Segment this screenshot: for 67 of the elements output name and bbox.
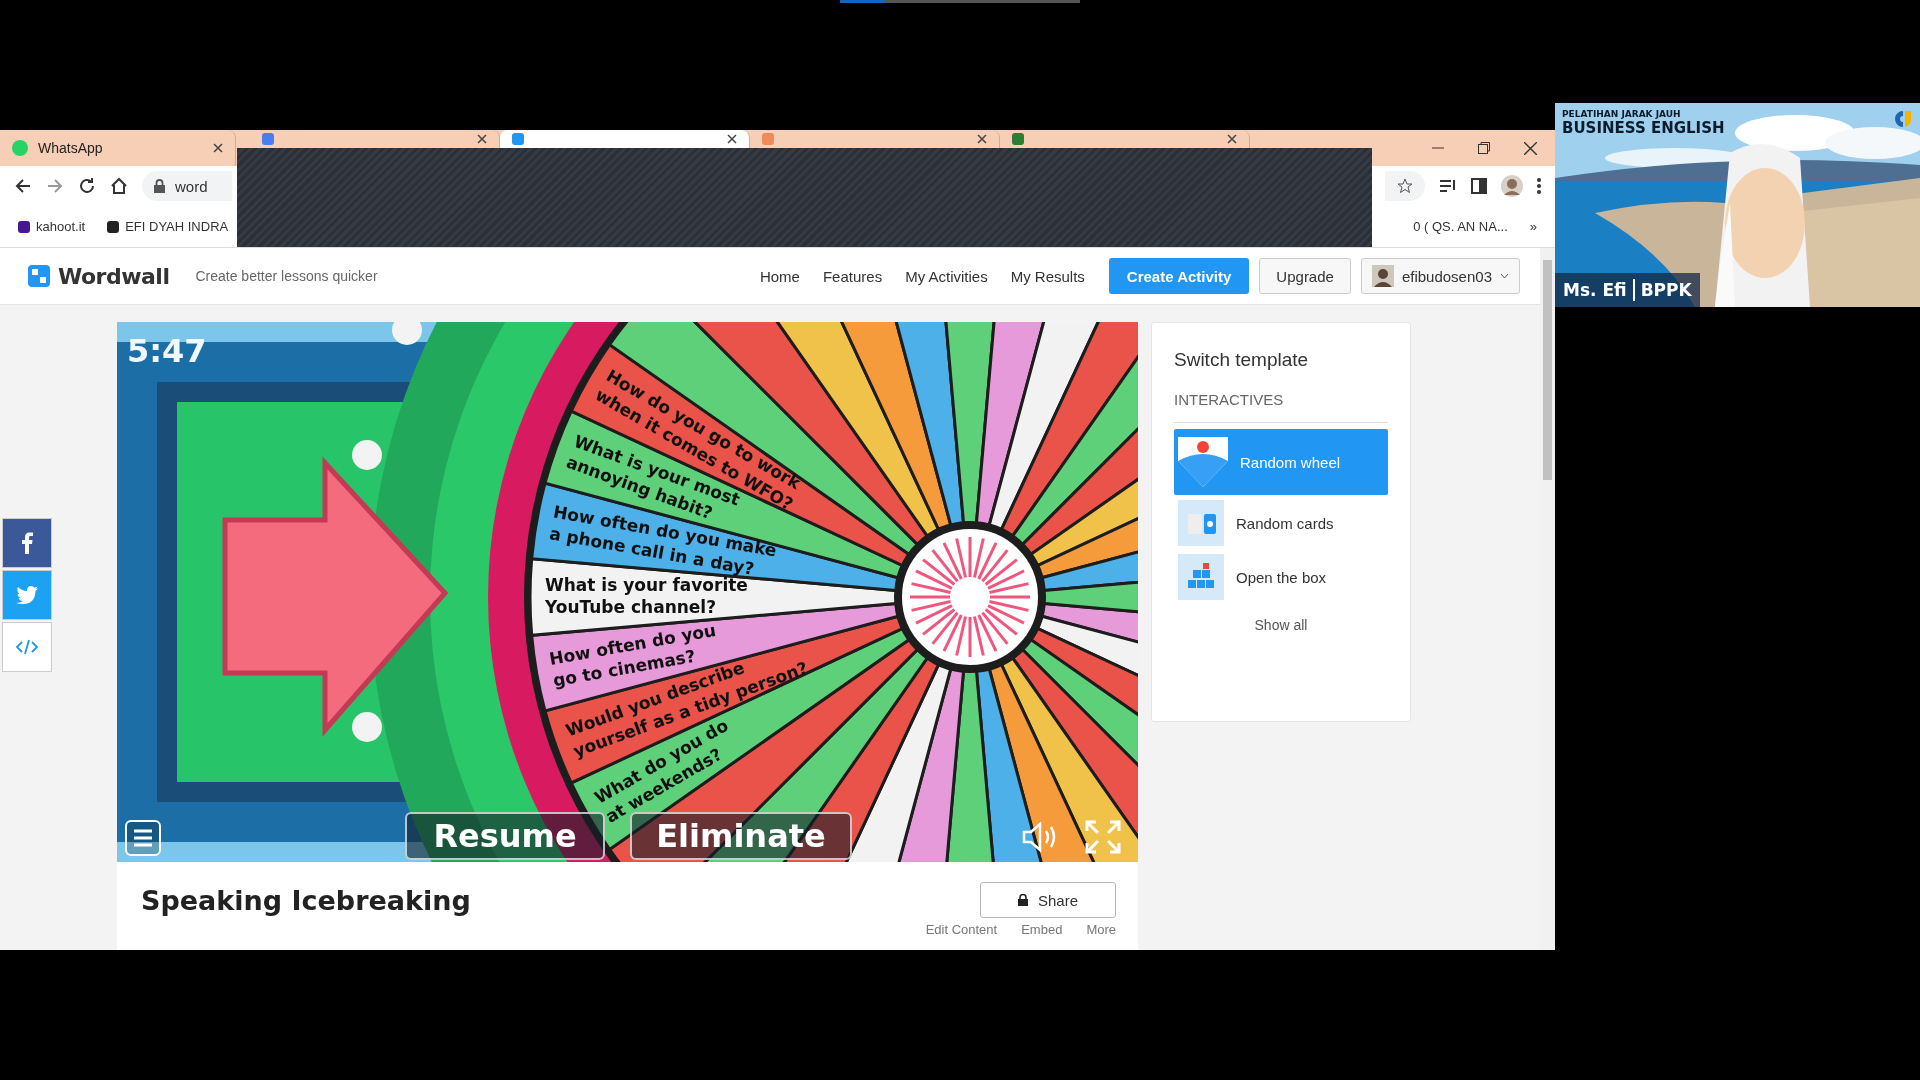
close-icon[interactable] — [213, 143, 223, 153]
nav-link[interactable]: My Activities — [905, 267, 988, 285]
avatar-icon — [1371, 265, 1394, 287]
nav-link[interactable]: Home — [759, 267, 800, 285]
activity-link[interactable]: More — [1086, 922, 1116, 937]
speaker-name: Ms. Efi — [1563, 280, 1627, 300]
menu-icon[interactable] — [125, 820, 161, 856]
bookmark-item[interactable]: 0 ( QS. AN NA... — [1413, 219, 1508, 234]
bird-icon — [16, 586, 38, 604]
nav-link[interactable]: My Results — [1010, 267, 1085, 285]
organization-name: BPPK — [1640, 280, 1692, 300]
close-icon[interactable] — [727, 134, 737, 144]
timer: 5:47 — [127, 332, 207, 370]
user-menu-button[interactable]: efibudosen03 — [1360, 258, 1520, 294]
restore-icon[interactable] — [1478, 142, 1490, 154]
code-icon — [16, 639, 38, 655]
close-icon[interactable] — [977, 134, 987, 144]
caret-icon — [1500, 273, 1509, 279]
bookmark-item[interactable]: EFI DYAH INDRA — [107, 219, 229, 234]
upgrade-button[interactable]: Upgrade — [1259, 258, 1351, 294]
wheel-hub-icon — [894, 521, 1046, 673]
address-field[interactable]: word — [142, 171, 232, 201]
panel-title: Switch template — [1174, 349, 1310, 371]
template-item[interactable]: Random cards — [1174, 497, 1388, 549]
bookmark-item[interactable]: kahoot.it — [18, 219, 86, 234]
game-button[interactable]: Eliminate — [630, 812, 852, 860]
course-title: BUSINESS ENGLISH — [1562, 119, 1725, 137]
facebook-share-button[interactable] — [2, 518, 52, 568]
facebook-icon — [21, 532, 33, 554]
close-icon[interactable] — [1524, 141, 1537, 155]
tab-title: WhatsApp — [38, 140, 104, 156]
activity-title: Speaking Icebreaking — [141, 884, 471, 916]
section-heading: INTERACTIVES — [1174, 391, 1388, 423]
scrollbar[interactable] — [1540, 248, 1555, 950]
wheel-label: What is your favorite YouTube channel? — [545, 575, 748, 617]
profile-avatar-icon[interactable] — [1501, 175, 1523, 197]
lock-icon — [1018, 894, 1028, 906]
lock-icon — [154, 179, 165, 193]
game-button[interactable]: Resume — [405, 812, 605, 860]
back-icon[interactable] — [14, 177, 32, 195]
more-bookmarks-button[interactable]: » — [1529, 219, 1537, 234]
brand-name: Wordwall — [58, 263, 170, 289]
activity-link[interactable]: Embed — [1021, 922, 1063, 937]
logo-icon — [1894, 109, 1914, 129]
pointer-arrow-icon — [222, 456, 449, 737]
tagline: Create better lessons quicker — [195, 268, 378, 284]
twitter-share-button[interactable] — [2, 570, 52, 620]
media-control-icon[interactable] — [1439, 178, 1457, 194]
share-button[interactable]: Share — [980, 882, 1116, 918]
nav-link[interactable]: Features — [822, 267, 883, 285]
close-icon[interactable] — [477, 134, 487, 144]
close-icon[interactable] — [1227, 134, 1237, 144]
menu-icon[interactable] — [1537, 178, 1541, 194]
forward-icon[interactable] — [46, 177, 64, 195]
course-subtitle: PELATIHAN JARAK JAUH — [1562, 109, 1682, 119]
bookmark-star-button[interactable] — [1385, 171, 1425, 201]
show-all-link[interactable]: Show all — [1254, 617, 1308, 633]
activity-link[interactable]: Edit Content — [925, 922, 998, 937]
logo-icon — [28, 265, 50, 287]
boxes-thumbnail-icon — [1178, 554, 1224, 600]
reload-icon[interactable] — [78, 177, 96, 195]
wheel-thumbnail-icon — [1178, 437, 1228, 487]
home-icon[interactable] — [110, 177, 128, 195]
star-icon — [1397, 178, 1413, 194]
template-item[interactable]: Open the box — [1174, 551, 1388, 603]
side-panel-icon[interactable] — [1471, 178, 1487, 194]
cards-thumbnail-icon — [1178, 500, 1224, 546]
